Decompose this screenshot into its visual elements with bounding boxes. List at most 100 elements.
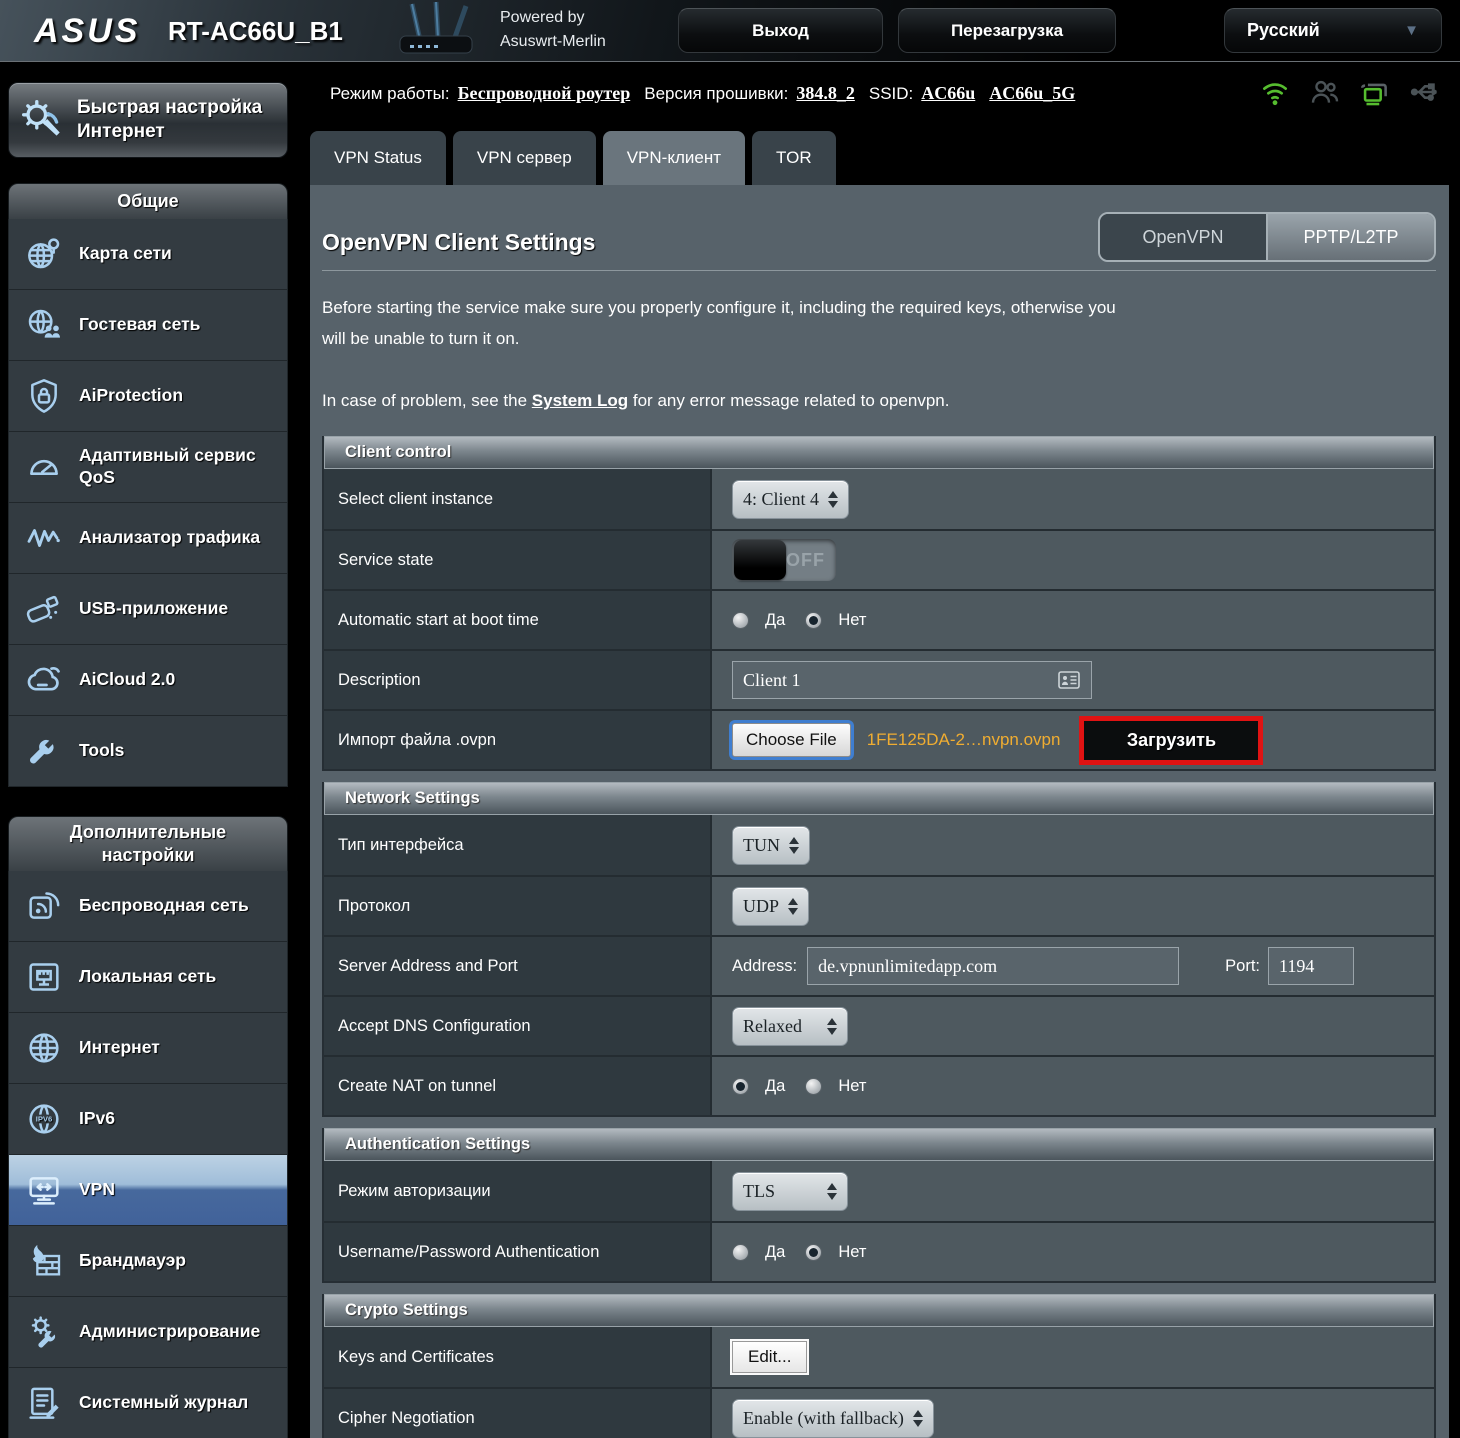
- sidebar-item-label: AiProtection: [79, 385, 184, 406]
- sidebar-item-firewall[interactable]: Брандмауэр: [8, 1226, 288, 1297]
- row-label: Accept DNS Configuration: [324, 997, 712, 1055]
- sidebar: Быстрая настройка Интернет Общие Карта с…: [8, 82, 288, 1438]
- sidebar-item-aicloud[interactable]: AiCloud 2.0: [8, 645, 288, 716]
- logout-button[interactable]: Выход: [678, 8, 883, 53]
- autostart-yes-radio[interactable]: [732, 611, 749, 629]
- table-row: Cipher Negotiation Enable (with fallback…: [324, 1387, 1434, 1438]
- tab-vpn-status[interactable]: VPN Status: [310, 131, 446, 185]
- protocol-select[interactable]: UDP: [732, 886, 810, 926]
- network-settings-table: Network Settings Тип интерфейса TUN Прот…: [322, 782, 1436, 1117]
- ssid-link-24g[interactable]: AC66u: [921, 83, 975, 104]
- table-row: Accept DNS Configuration Relaxed: [324, 995, 1434, 1055]
- network-devices-status-icon[interactable]: [1358, 72, 1392, 112]
- sidebar-item-label: Брандмауэр: [79, 1250, 186, 1271]
- row-label: Create NAT on tunnel: [324, 1057, 712, 1115]
- autostart-no-radio[interactable]: [805, 611, 823, 629]
- auth-mode-select[interactable]: TLS: [732, 1171, 848, 1211]
- sidebar-item-guest-network[interactable]: Гостевая сеть: [8, 290, 288, 361]
- table-row: Service state OFF: [324, 529, 1434, 589]
- tab-vpn-server[interactable]: VPN сервер: [452, 131, 596, 185]
- quick-setup-button[interactable]: Быстрая настройка Интернет: [8, 82, 288, 158]
- edit-keys-button[interactable]: Edit...: [732, 1341, 808, 1373]
- sidebar-item-qos[interactable]: Адаптивный сервис QoS: [8, 432, 288, 503]
- sidebar-item-label: USB-приложение: [79, 598, 229, 619]
- guest-network-icon: [21, 305, 67, 345]
- section-advanced-title: Дополнительные настройки: [8, 816, 288, 871]
- server-address-input[interactable]: de.vpnunlimitedapp.com: [807, 947, 1180, 985]
- row-label: Automatic start at boot time: [324, 591, 712, 649]
- service-state-toggle[interactable]: OFF: [732, 539, 836, 581]
- description-input[interactable]: Client 1: [732, 661, 1092, 699]
- mode-link[interactable]: Беспроводной роутер: [458, 83, 631, 104]
- row-label: Режим авторизации: [324, 1161, 712, 1221]
- main-panel: OpenVPN PPTP/L2TP OpenVPN Client Setting…: [310, 185, 1449, 1438]
- nat-no-radio[interactable]: [805, 1077, 823, 1095]
- clients-status-icon[interactable]: [1308, 72, 1342, 112]
- radio-label: Да: [765, 610, 786, 629]
- asus-logo: ASUS: [34, 12, 141, 50]
- client-list-icon[interactable]: [1057, 670, 1081, 690]
- select-spinner-icon: [788, 897, 799, 915]
- sidebar-item-lan[interactable]: Локальная сеть: [8, 942, 288, 1013]
- client-instance-select[interactable]: 4: Client 4: [732, 479, 849, 519]
- ssid-label: SSID:: [868, 83, 914, 103]
- network-map-icon: [21, 234, 67, 274]
- chevron-down-icon: ▼: [1404, 22, 1419, 39]
- sidebar-item-vpn[interactable]: VPN: [8, 1155, 288, 1226]
- auth-settings-table: Authentication Settings Режим авторизаци…: [322, 1128, 1436, 1283]
- sidebar-item-label: IPv6: [79, 1108, 115, 1129]
- sidebar-section-general: Общие Карта сети Гостевая сеть AiProtect…: [8, 183, 288, 787]
- row-label: Description: [324, 651, 712, 709]
- address-label: Address:: [732, 956, 798, 975]
- select-spinner-icon: [828, 490, 838, 508]
- row-label: Keys and Certificates: [324, 1327, 712, 1387]
- sidebar-item-tools[interactable]: Tools: [8, 716, 288, 787]
- sidebar-item-label: Tools: [79, 740, 125, 761]
- sidebar-item-traffic-analyzer[interactable]: Анализатор трафика: [8, 503, 288, 574]
- choose-file-button[interactable]: Choose File: [732, 723, 851, 757]
- tab-tor[interactable]: TOR: [752, 131, 836, 185]
- table-row: Server Address and Port Address: de.vpnu…: [324, 935, 1434, 995]
- sidebar-item-network-map[interactable]: Карта сети: [8, 219, 288, 290]
- userpass-yes-radio[interactable]: [732, 1243, 749, 1261]
- table-row: Username/Password Authentication Да Нет: [324, 1221, 1434, 1281]
- sidebar-item-label: Адаптивный сервис QoS: [79, 445, 256, 487]
- crypto-settings-header: Crypto Settings: [324, 1294, 1434, 1327]
- dns-config-select[interactable]: Relaxed: [732, 1006, 848, 1046]
- tab-vpn-client[interactable]: VPN-клиент: [602, 131, 746, 185]
- sidebar-item-ipv6[interactable]: IPV6 IPv6: [8, 1084, 288, 1155]
- firmware-link[interactable]: 384.8_2: [796, 83, 855, 104]
- table-row: Тип интерфейса TUN: [324, 815, 1434, 875]
- section-general-title: Общие: [8, 183, 288, 219]
- reboot-button[interactable]: Перезагрузка: [898, 8, 1116, 53]
- radio-label: Нет: [838, 610, 867, 629]
- pptp-l2tp-tab-button[interactable]: PPTP/L2TP: [1268, 214, 1434, 260]
- sidebar-item-wireless[interactable]: Беспроводная сеть: [8, 871, 288, 942]
- firewall-icon: [21, 1241, 67, 1281]
- wifi-status-icon[interactable]: [1258, 72, 1292, 112]
- sidebar-item-label: Беспроводная сеть: [79, 895, 249, 916]
- sidebar-item-label: Системный журнал: [79, 1392, 249, 1413]
- sidebar-section-advanced: Дополнительные настройки Беспроводная се…: [8, 816, 288, 1438]
- mode-label: Режим работы:: [330, 83, 450, 103]
- qos-gauge-icon: [21, 447, 67, 487]
- radio-label: Да: [765, 1242, 786, 1261]
- ssid-link-5g[interactable]: AC66u_5G: [989, 83, 1075, 104]
- select-spinner-icon: [827, 1182, 837, 1200]
- sidebar-item-wan[interactable]: Интернет: [8, 1013, 288, 1084]
- upload-button[interactable]: Загрузить: [1079, 715, 1264, 765]
- vpn-tab-bar: VPN Status VPN сервер VPN-клиент TOR: [310, 131, 836, 185]
- cipher-negotiation-select[interactable]: Enable (with fallback): [732, 1398, 934, 1438]
- nat-yes-radio[interactable]: [732, 1077, 749, 1095]
- interface-type-select[interactable]: TUN: [732, 825, 810, 865]
- sidebar-item-administration[interactable]: Администри­рование: [8, 1297, 288, 1368]
- system-log-link[interactable]: System Log: [532, 391, 628, 410]
- sidebar-item-system-log[interactable]: Системный журнал: [8, 1368, 288, 1438]
- sidebar-item-aiprotection[interactable]: AiProtection: [8, 361, 288, 432]
- userpass-no-radio[interactable]: [805, 1243, 823, 1261]
- sidebar-item-usb-application[interactable]: USB-приложение: [8, 574, 288, 645]
- server-port-input[interactable]: 1194: [1268, 947, 1354, 985]
- openvpn-tab-button[interactable]: OpenVPN: [1100, 214, 1268, 260]
- usb-status-icon[interactable]: [1408, 72, 1442, 112]
- language-dropdown[interactable]: Русский ▼: [1224, 8, 1442, 53]
